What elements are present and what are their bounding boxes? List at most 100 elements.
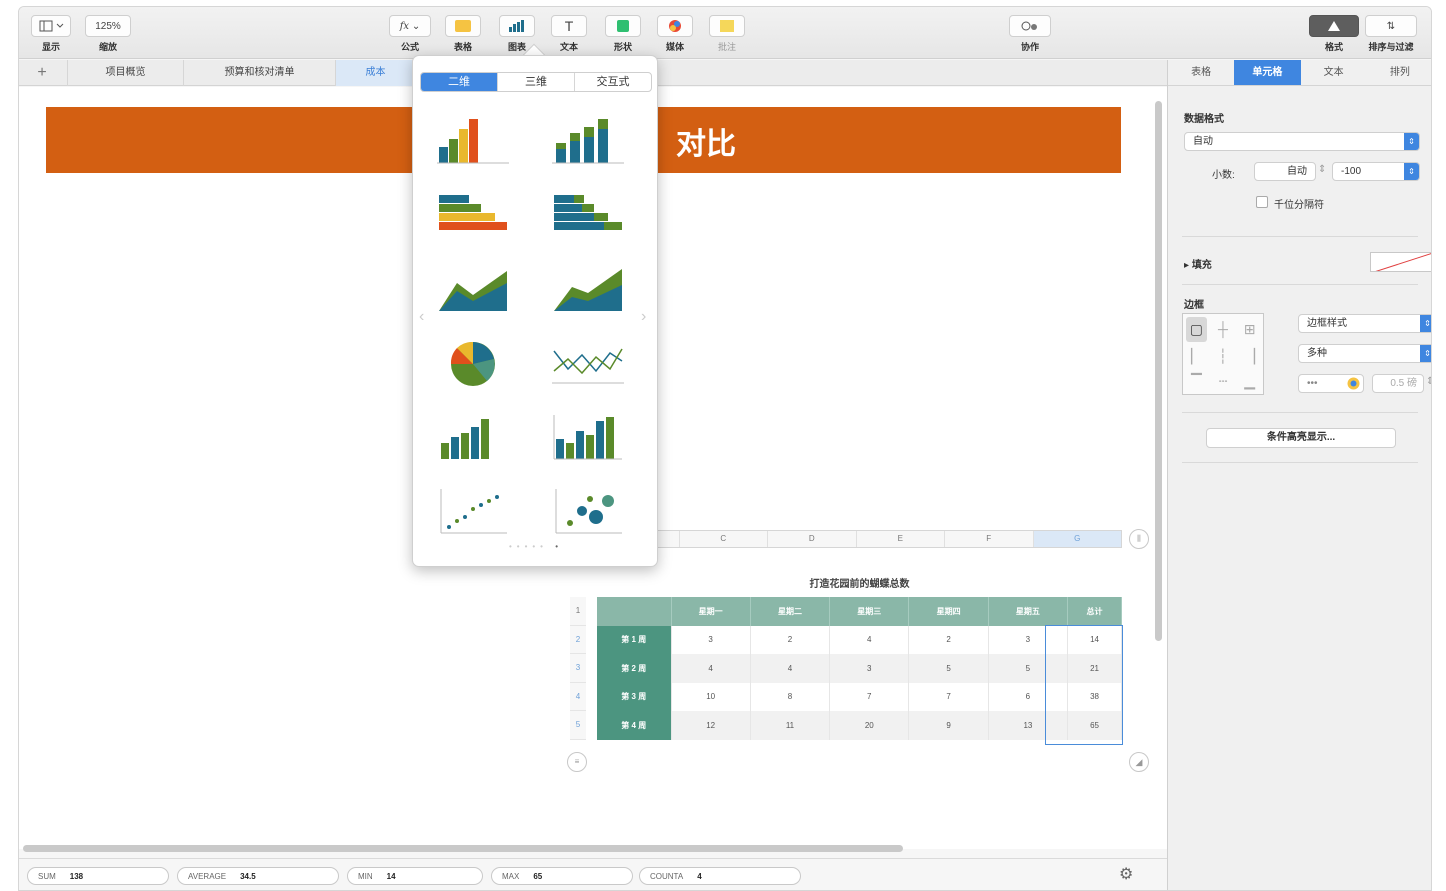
row-header[interactable]: 5 [570, 711, 586, 740]
column-header[interactable]: E [855, 531, 945, 547]
formula-button[interactable]: fx ⌄ 公式 [389, 15, 431, 53]
column-header[interactable]: D [767, 531, 856, 547]
stat-max[interactable]: MAX 65 [491, 867, 633, 885]
border-top-icon[interactable]: ▔ [1183, 369, 1210, 394]
border-vertical-icon[interactable]: ┆ [1210, 345, 1237, 370]
cell[interactable]: 13 [988, 711, 1069, 740]
row-label[interactable]: 第 3 周 [597, 682, 672, 711]
border-bottom-icon[interactable]: ▁ [1236, 369, 1263, 394]
area-chart-icon[interactable] [433, 260, 513, 320]
total-cell[interactable]: 14 [1067, 625, 1122, 654]
cell[interactable]: 7 [829, 682, 910, 711]
bubble-chart-icon[interactable] [548, 482, 628, 542]
comment-button[interactable]: 批注 [709, 15, 745, 53]
table-title[interactable]: 打造花园前的蝴蝶总数 [597, 575, 1122, 590]
segment-interactive[interactable]: 交互式 [574, 73, 651, 91]
conditional-highlight-button[interactable]: 条件高亮显示... [1206, 428, 1396, 448]
view-button[interactable]: 显示 [31, 15, 71, 53]
data-format-select[interactable]: 自动 ⇕ [1184, 132, 1420, 151]
table-button[interactable]: 表格 [445, 15, 481, 53]
sheet-tab-budget[interactable]: 预算和核对清单 [183, 60, 335, 86]
header-cell[interactable]: 星期二 [750, 597, 831, 626]
page-indicator[interactable]: ••••• • [413, 542, 659, 551]
row-label[interactable]: 第 2 周 [597, 654, 672, 683]
media-button[interactable]: 媒体 [657, 15, 693, 53]
add-row-button[interactable]: ≡ [567, 752, 587, 772]
border-line-select[interactable]: 多种 ⇕ [1298, 344, 1431, 363]
border-outer-icon[interactable]: ▢ [1186, 317, 1207, 342]
bar-chart-icon[interactable] [433, 186, 513, 246]
collaborate-button[interactable]: 协作 [1009, 15, 1051, 53]
cell[interactable]: 5 [988, 654, 1069, 683]
border-color-well[interactable]: ••• [1298, 374, 1364, 393]
row-header[interactable]: 4 [570, 682, 586, 711]
row-header[interactable]: 2 [570, 625, 586, 654]
text-button[interactable]: T 文本 [551, 15, 587, 53]
cell[interactable]: 7 [908, 682, 989, 711]
cell[interactable]: 10 [671, 682, 751, 711]
tab-arrange[interactable]: 排列 [1367, 60, 1431, 85]
cell[interactable]: 6 [988, 682, 1069, 711]
stat-sum[interactable]: SUM 138 [27, 867, 169, 885]
sort-filter-button[interactable]: ⇅ 排序与过滤 [1365, 15, 1417, 53]
segment-3d[interactable]: 三维 [497, 73, 574, 91]
decimal-stepper-icon[interactable]: ⇕ [1318, 164, 1326, 175]
header-cell[interactable]: 星期四 [908, 597, 989, 626]
resize-table-handle[interactable]: ◢ [1129, 752, 1149, 772]
chevron-right-icon[interactable]: › [641, 308, 646, 326]
vertical-scrollbar[interactable] [1155, 101, 1162, 641]
stat-min[interactable]: MIN 14 [347, 867, 483, 885]
cell[interactable]: 20 [829, 711, 910, 740]
cell[interactable]: 5 [908, 654, 989, 683]
header-cell[interactable]: 总计 [1067, 597, 1122, 626]
mixed-chart-icon[interactable] [433, 408, 513, 468]
header-cell[interactable]: 星期一 [671, 597, 751, 626]
sheet-tab-overview[interactable]: 项目概览 [67, 60, 183, 86]
header-cell[interactable]: 星期三 [829, 597, 910, 626]
zoom-button[interactable]: 125% 缩放 [85, 15, 131, 53]
column-header[interactable]: F [944, 531, 1033, 547]
two-axis-chart-icon[interactable] [548, 408, 628, 468]
cell[interactable]: 2 [750, 625, 831, 654]
border-width-stepper-icon[interactable]: ⇕ [1426, 376, 1431, 387]
cell[interactable]: 2 [908, 625, 989, 654]
chevron-left-icon[interactable]: ‹ [419, 308, 424, 326]
cell[interactable]: 3 [829, 654, 910, 683]
decimal-field[interactable]: 自动 [1254, 162, 1316, 181]
add-sheet-button[interactable]: + [27, 63, 57, 83]
line-chart-icon[interactable] [548, 334, 628, 394]
total-cell[interactable]: 65 [1067, 711, 1122, 740]
border-right-icon[interactable]: ▕ [1236, 345, 1263, 370]
border-style-select[interactable]: 边框样式 ⇕ [1298, 314, 1431, 333]
border-all-icon[interactable]: ⊞ [1236, 314, 1263, 345]
cell[interactable]: 12 [671, 711, 751, 740]
stacked-area-chart-icon[interactable] [548, 260, 628, 320]
border-left-icon[interactable]: ▏ [1183, 345, 1210, 370]
segment-2d[interactable]: 二维 [421, 73, 497, 91]
column-header[interactable]: C [678, 531, 768, 547]
gear-icon[interactable]: ⚙ [1119, 864, 1133, 884]
border-inner-icon[interactable]: ┼ [1210, 314, 1237, 345]
row-label[interactable]: 第 4 周 [597, 711, 672, 740]
column-chart-icon[interactable] [433, 112, 513, 172]
cell[interactable]: 9 [908, 711, 989, 740]
row-label[interactable]: 第 1 周 [597, 625, 672, 654]
header-cell-empty[interactable] [597, 597, 672, 626]
thousands-checkbox[interactable] [1256, 196, 1268, 208]
cell[interactable]: 3 [671, 625, 751, 654]
cell[interactable]: 4 [829, 625, 910, 654]
border-width-field[interactable]: 0.5 磅 [1372, 374, 1424, 393]
cell[interactable]: 4 [671, 654, 751, 683]
add-column-button[interactable]: ⫼ [1129, 529, 1149, 549]
tab-table[interactable]: 表格 [1168, 60, 1234, 85]
stacked-column-chart-icon[interactable] [548, 112, 628, 172]
cell[interactable]: 3 [988, 625, 1069, 654]
scatter-chart-icon[interactable] [433, 482, 513, 542]
column-header-selected[interactable]: G [1032, 531, 1121, 547]
cell[interactable]: 4 [750, 654, 831, 683]
stat-counta[interactable]: COUNTA 4 [639, 867, 801, 885]
shape-button[interactable]: 形状 [605, 15, 641, 53]
pie-chart-icon[interactable] [433, 334, 513, 394]
row-header[interactable]: 1 [570, 597, 586, 626]
row-header[interactable]: 3 [570, 654, 586, 683]
